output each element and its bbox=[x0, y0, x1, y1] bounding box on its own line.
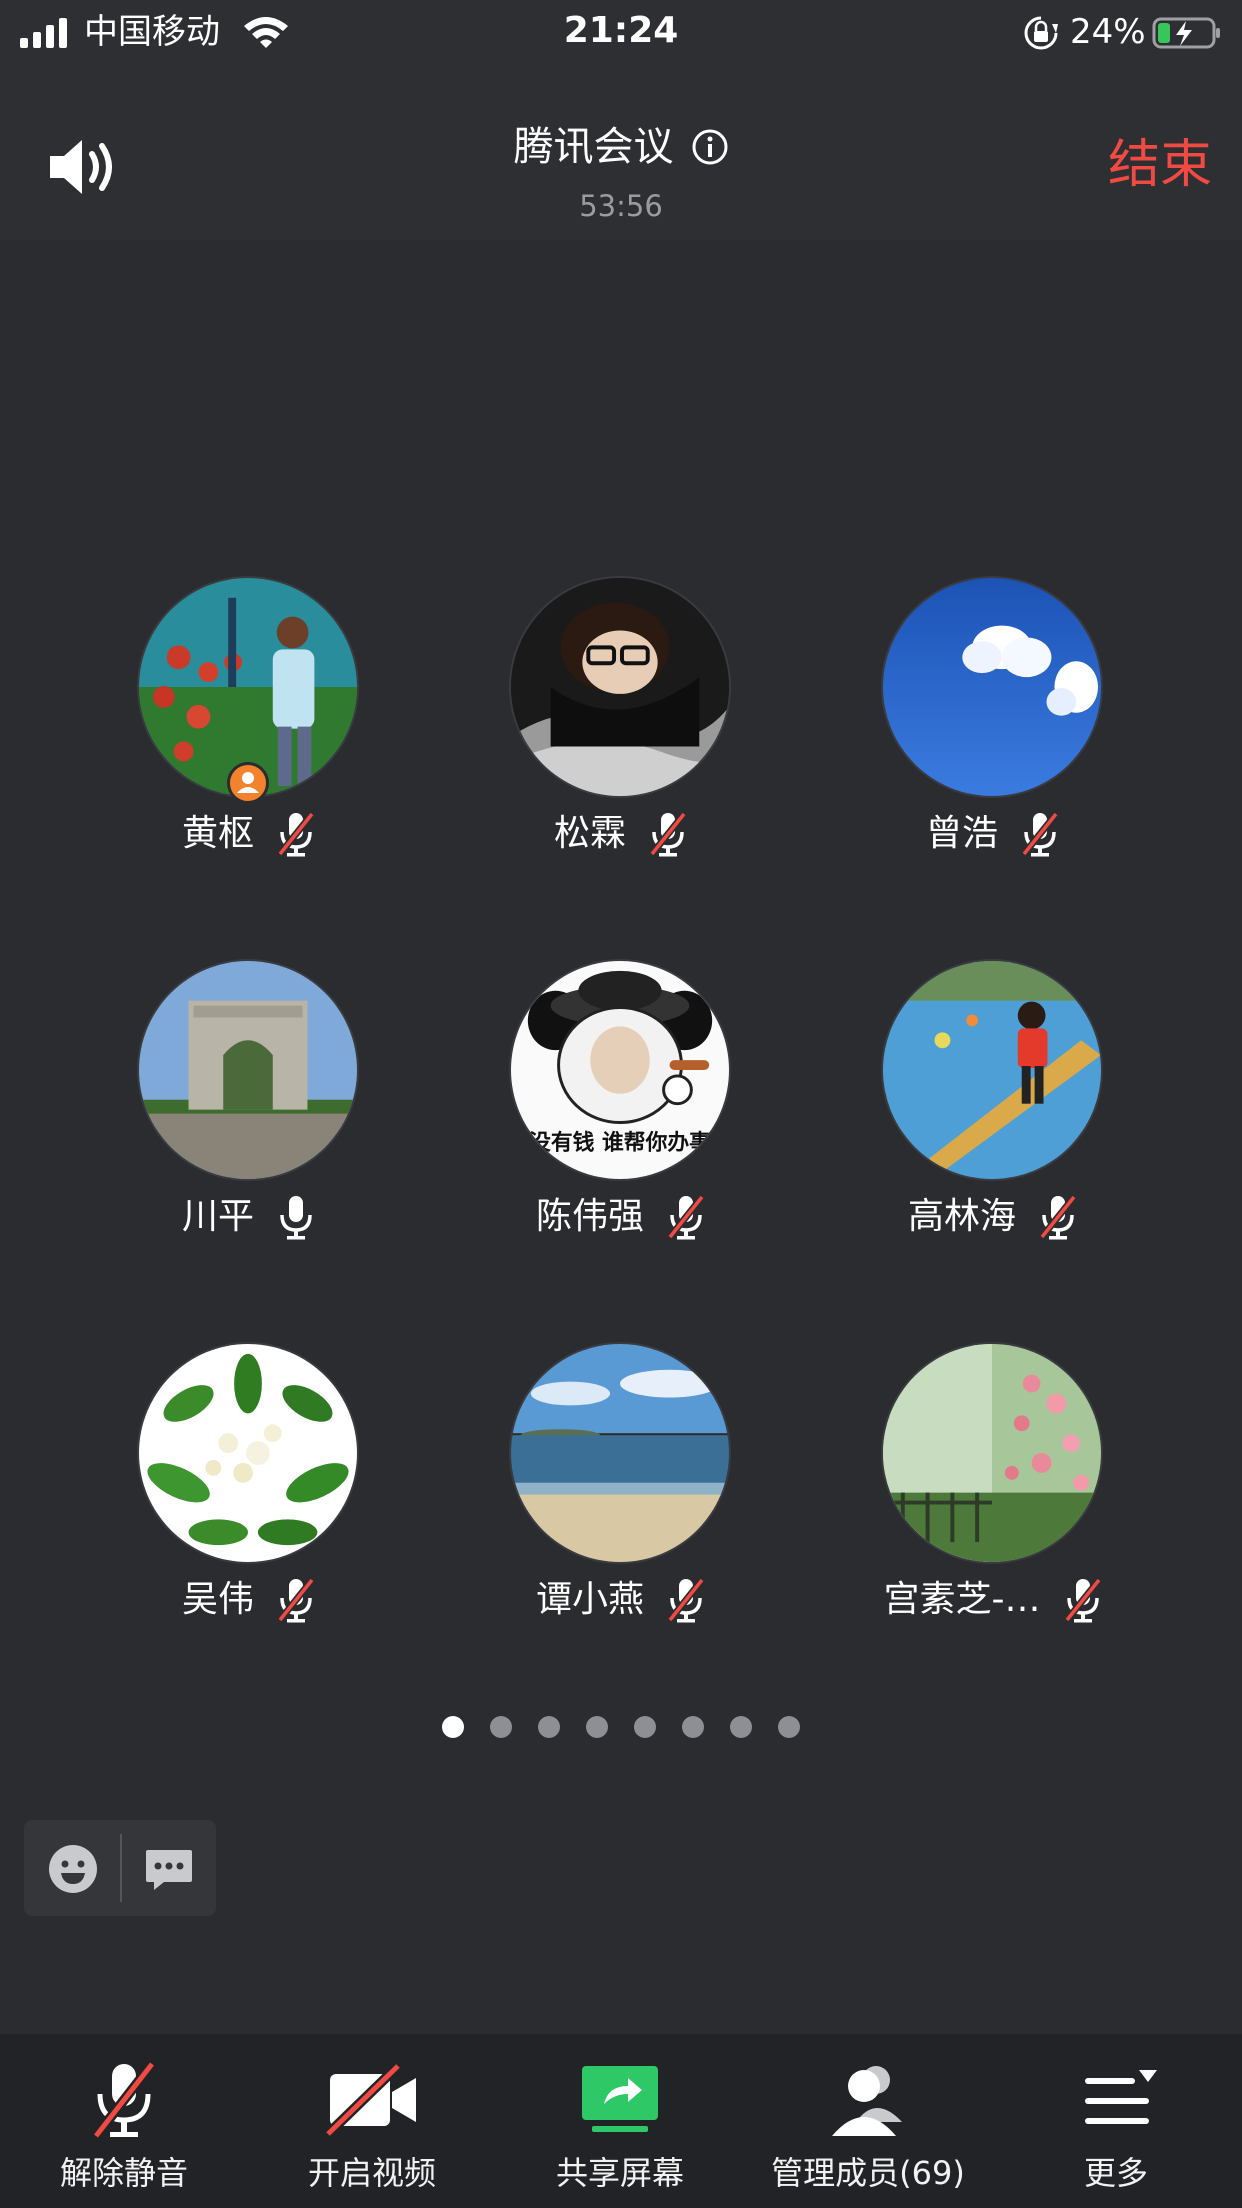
mic-muted-icon bbox=[1063, 1577, 1102, 1623]
participant-name: 川平 bbox=[181, 1196, 254, 1237]
participant-name: 谭小燕 bbox=[535, 1579, 644, 1620]
page-dot[interactable] bbox=[778, 1716, 800, 1738]
orientation-lock-icon bbox=[1024, 16, 1058, 50]
page-dot[interactable] bbox=[586, 1716, 608, 1738]
meeting-title: 腾讯会议 bbox=[513, 124, 674, 170]
participant-name: 宫素芝-… bbox=[883, 1579, 1041, 1620]
share-screen-button[interactable]: 共享屏幕 bbox=[496, 2034, 744, 2208]
participant-avatar bbox=[509, 1342, 731, 1564]
mic-on-icon bbox=[280, 1196, 312, 1240]
more-button[interactable]: 更多 bbox=[992, 2034, 1242, 2208]
start-video-button[interactable]: 开启视频 bbox=[248, 2034, 496, 2208]
reaction-chat-bar bbox=[24, 1820, 216, 1916]
manage-members-label: 管理成员(69) bbox=[771, 2154, 965, 2192]
participant-tile[interactable]: 川平 bbox=[64, 959, 434, 1259]
mic-muted-icon bbox=[277, 1577, 315, 1623]
info-icon[interactable] bbox=[691, 128, 729, 166]
more-label: 更多 bbox=[1083, 2154, 1148, 2192]
title-row: 腾讯会议 bbox=[0, 121, 1242, 173]
page-dot[interactable] bbox=[682, 1716, 704, 1738]
participant-tile[interactable]: 松霖 bbox=[436, 576, 806, 876]
participant-tile[interactable]: 吴伟 bbox=[64, 1342, 434, 1642]
emoji-icon[interactable] bbox=[46, 1842, 100, 1896]
participant-name: 曾浩 bbox=[925, 813, 998, 854]
start-video-label: 开启视频 bbox=[307, 2154, 436, 2192]
participant-avatar bbox=[137, 959, 359, 1181]
meeting-header: 腾讯会议 53:56 结束 bbox=[0, 66, 1242, 240]
chat-icon[interactable] bbox=[142, 1842, 196, 1896]
meeting-elapsed-time: 53:56 bbox=[579, 189, 663, 223]
status-bar: 中国移动 21:24 24% bbox=[0, 0, 1242, 66]
participant-avatar bbox=[881, 576, 1103, 798]
end-meeting-button[interactable]: 结束 bbox=[1108, 132, 1212, 198]
page-dot[interactable] bbox=[442, 1716, 464, 1738]
participant-tile[interactable]: 曾浩 bbox=[808, 576, 1178, 876]
mic-muted-icon bbox=[649, 811, 687, 857]
page-indicator[interactable] bbox=[0, 1716, 1242, 1738]
battery-percent: 24% bbox=[1070, 12, 1146, 52]
participant-avatar bbox=[881, 1342, 1103, 1564]
participant-name: 吴伟 bbox=[181, 1579, 254, 1620]
meeting-toolbar: 解除静音 开启视频 共享屏幕 管理成员(69) 更多 bbox=[0, 2034, 1242, 2208]
members-icon bbox=[818, 2060, 918, 2140]
participant-tile[interactable]: 没有钱 谁帮你办事 陈伟强 bbox=[436, 959, 806, 1259]
avatar-caption: 没有钱 谁帮你办事 bbox=[529, 1129, 711, 1155]
participant-tile[interactable]: 黄枢 bbox=[64, 576, 434, 876]
participant-tile[interactable]: 谭小燕 bbox=[436, 1342, 806, 1642]
participant-tile[interactable]: 宫素芝-… bbox=[808, 1342, 1178, 1642]
participant-avatar: 没有钱 谁帮你办事 bbox=[509, 959, 731, 1181]
mic-muted-icon bbox=[1039, 1194, 1077, 1240]
unmute-label: 解除静音 bbox=[59, 2154, 188, 2192]
participant-name: 黄枢 bbox=[181, 813, 254, 854]
share-screen-label: 共享屏幕 bbox=[555, 2154, 684, 2192]
page-dot[interactable] bbox=[730, 1716, 752, 1738]
page-dot[interactable] bbox=[538, 1716, 560, 1738]
more-menu-icon bbox=[1067, 2060, 1167, 2140]
mic-muted-icon bbox=[74, 2060, 174, 2140]
battery-charging-icon bbox=[1152, 17, 1220, 49]
participant-tile[interactable]: 高林海 bbox=[808, 959, 1178, 1259]
participant-name: 高林海 bbox=[907, 1196, 1016, 1237]
video-off-icon bbox=[322, 2060, 422, 2140]
divider bbox=[120, 1834, 122, 1902]
mic-muted-icon bbox=[277, 811, 315, 857]
manage-members-button[interactable]: 管理成员(69) bbox=[744, 2034, 992, 2208]
mic-muted-icon bbox=[667, 1577, 705, 1623]
participant-name: 松霖 bbox=[553, 813, 626, 854]
host-badge-icon bbox=[227, 762, 269, 804]
unmute-button[interactable]: 解除静音 bbox=[0, 2034, 248, 2208]
mic-muted-icon bbox=[667, 1194, 705, 1240]
page-dot[interactable] bbox=[634, 1716, 656, 1738]
participant-name: 陈伟强 bbox=[535, 1196, 644, 1237]
participant-avatar bbox=[881, 959, 1103, 1181]
participant-avatar bbox=[137, 1342, 359, 1564]
mic-muted-icon bbox=[1021, 811, 1059, 857]
page-dot[interactable] bbox=[490, 1716, 512, 1738]
share-screen-icon bbox=[570, 2060, 670, 2140]
participant-avatar bbox=[509, 576, 731, 798]
